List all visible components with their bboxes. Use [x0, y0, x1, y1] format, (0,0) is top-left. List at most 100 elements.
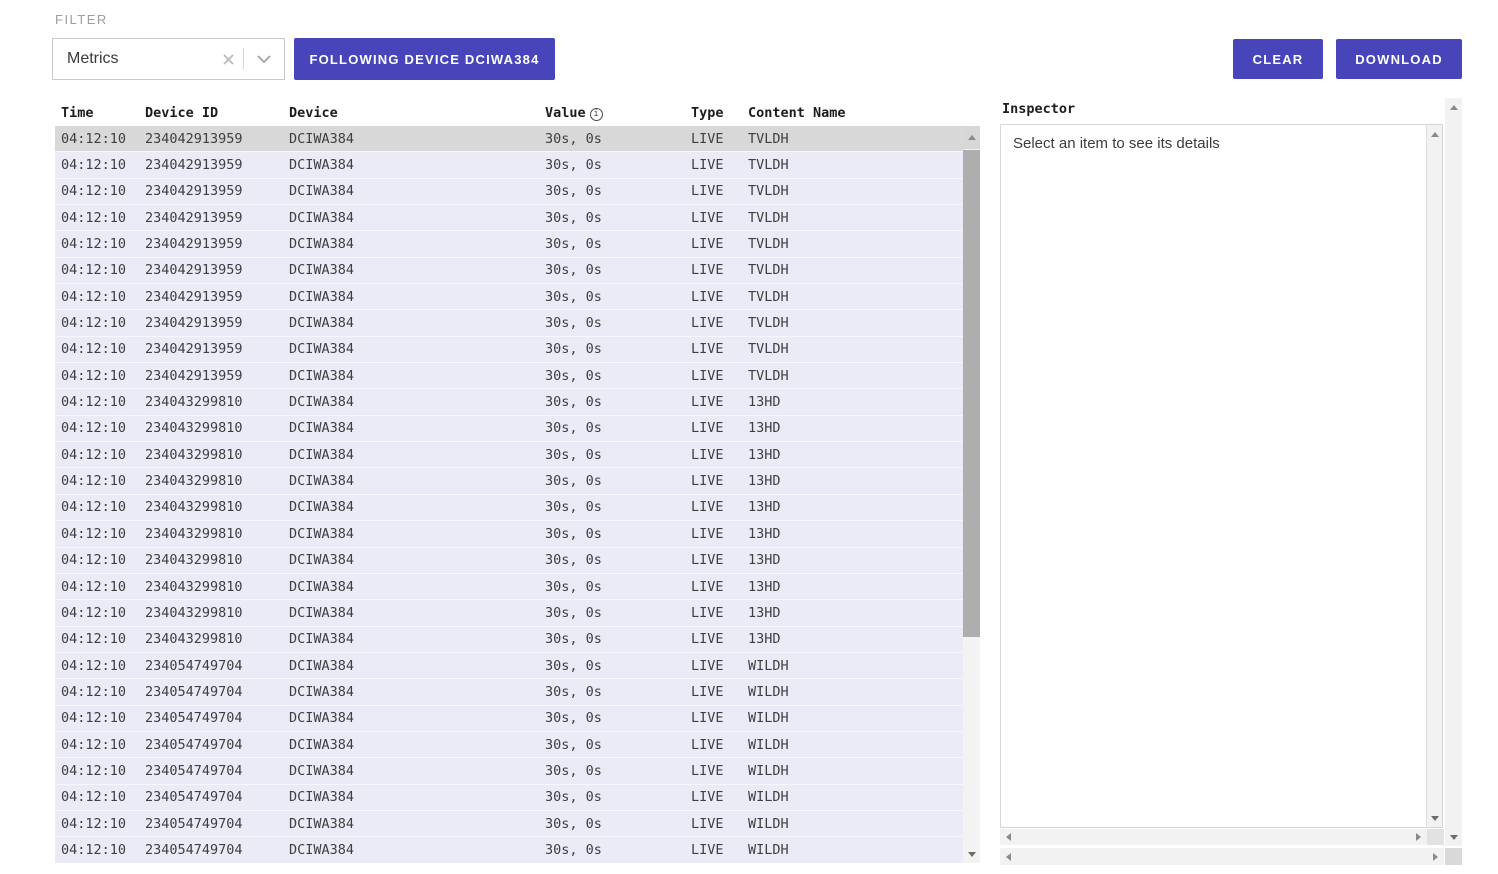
- table-row[interactable]: 04:12:10 234042913959 DCIWA384 30s, 0s L…: [55, 310, 963, 336]
- column-header-content-name: Content Name: [748, 105, 846, 121]
- cell-device-id: 234043299810: [145, 605, 243, 621]
- table-row[interactable]: 04:12:10 234054749704 DCIWA384 30s, 0s L…: [55, 706, 963, 732]
- clear-button[interactable]: CLEAR: [1233, 39, 1323, 79]
- table-row[interactable]: 04:12:10 234042913959 DCIWA384 30s, 0s L…: [55, 205, 963, 231]
- cell-value: 30s, 0s: [545, 552, 602, 568]
- cell-type: LIVE: [691, 789, 724, 805]
- cell-device: DCIWA384: [289, 157, 354, 173]
- cell-device-id: 234054749704: [145, 789, 243, 805]
- scroll-down-icon[interactable]: [1445, 828, 1462, 846]
- cell-value: 30s, 0s: [545, 262, 602, 278]
- cell-value: 30s, 0s: [545, 368, 602, 384]
- scroll-down-icon[interactable]: [1427, 809, 1442, 827]
- table-row[interactable]: 04:12:10 234042913959 DCIWA384 30s, 0s L…: [55, 179, 963, 205]
- cell-device: DCIWA384: [289, 341, 354, 357]
- scroll-left-icon[interactable]: [1000, 848, 1017, 865]
- cell-content-name: 13HD: [748, 552, 781, 568]
- inspector-scrollbar[interactable]: [1426, 125, 1442, 827]
- cell-type: LIVE: [691, 183, 724, 199]
- cell-time: 04:12:10: [61, 289, 126, 305]
- cell-device-id: 234054749704: [145, 763, 243, 779]
- x-icon[interactable]: [213, 53, 243, 66]
- cell-value: 30s, 0s: [545, 842, 602, 858]
- cell-content-name: TVLDH: [748, 131, 789, 147]
- table-row[interactable]: 04:12:10 234042913959 DCIWA384 30s, 0s L…: [55, 231, 963, 257]
- cell-value: 30s, 0s: [545, 447, 602, 463]
- chevron-down-icon[interactable]: [244, 55, 284, 64]
- table-row[interactable]: 04:12:10 234054749704 DCIWA384 30s, 0s L…: [55, 785, 963, 811]
- table-row[interactable]: 04:12:10 234054749704 DCIWA384 30s, 0s L…: [55, 811, 963, 837]
- table-row[interactable]: 04:12:10 234043299810 DCIWA384 30s, 0s L…: [55, 416, 963, 442]
- cell-device: DCIWA384: [289, 789, 354, 805]
- cell-value: 30s, 0s: [545, 420, 602, 436]
- table-row[interactable]: 04:12:10 234043299810 DCIWA384 30s, 0s L…: [55, 389, 963, 415]
- table-row[interactable]: 04:12:10 234042913959 DCIWA384 30s, 0s L…: [55, 152, 963, 178]
- scroll-down-icon[interactable]: [963, 845, 980, 863]
- table-row[interactable]: 04:12:10 234042913959 DCIWA384 30s, 0s L…: [55, 363, 963, 389]
- table-row[interactable]: 04:12:10 234043299810 DCIWA384 30s, 0s L…: [55, 495, 963, 521]
- cell-device-id: 234043299810: [145, 420, 243, 436]
- cell-content-name: 13HD: [748, 579, 781, 595]
- scroll-up-icon[interactable]: [963, 126, 980, 149]
- scroll-right-icon[interactable]: [1427, 848, 1444, 865]
- cell-value: 30s, 0s: [545, 737, 602, 753]
- cell-time: 04:12:10: [61, 315, 126, 331]
- cell-type: LIVE: [691, 737, 724, 753]
- table-row[interactable]: 04:12:10 234043299810 DCIWA384 30s, 0s L…: [55, 521, 963, 547]
- table-row[interactable]: 04:12:10 234043299810 DCIWA384 30s, 0s L…: [55, 442, 963, 468]
- inspector-title: Inspector: [1002, 101, 1075, 117]
- cell-device-id: 234042913959: [145, 315, 243, 331]
- page-scrollbar[interactable]: [1445, 98, 1462, 846]
- table-row[interactable]: 04:12:10 234054749704 DCIWA384 30s, 0s L…: [55, 653, 963, 679]
- cell-value: 30s, 0s: [545, 526, 602, 542]
- cell-time: 04:12:10: [61, 605, 126, 621]
- table-row[interactable]: 04:12:10 234043299810 DCIWA384 30s, 0s L…: [55, 548, 963, 574]
- table-row[interactable]: 04:12:10 234043299810 DCIWA384 30s, 0s L…: [55, 574, 963, 600]
- info-icon[interactable]: [590, 108, 603, 121]
- cell-device-id: 234042913959: [145, 341, 243, 357]
- cell-content-name: 13HD: [748, 447, 781, 463]
- cell-device-id: 234054749704: [145, 710, 243, 726]
- scroll-up-icon[interactable]: [1427, 125, 1442, 143]
- scroll-left-icon[interactable]: [1000, 829, 1017, 845]
- cell-type: LIVE: [691, 579, 724, 595]
- table-row[interactable]: 04:12:10 234054749704 DCIWA384 30s, 0s L…: [55, 837, 963, 863]
- cell-value: 30s, 0s: [545, 631, 602, 647]
- cell-time: 04:12:10: [61, 552, 126, 568]
- page-horizontal-scrollbar[interactable]: [1000, 848, 1444, 865]
- table-scrollbar[interactable]: [963, 126, 980, 863]
- cell-value: 30s, 0s: [545, 236, 602, 252]
- scrollbar-track[interactable]: [1017, 829, 1410, 845]
- cell-device-id: 234054749704: [145, 737, 243, 753]
- cell-content-name: TVLDH: [748, 368, 789, 384]
- table-row[interactable]: 04:12:10 234042913959 DCIWA384 30s, 0s L…: [55, 126, 963, 152]
- cell-value: 30s, 0s: [545, 816, 602, 832]
- scroll-right-icon[interactable]: [1410, 829, 1427, 845]
- scroll-up-icon[interactable]: [1445, 98, 1462, 116]
- table-scrollbar-thumb[interactable]: [963, 150, 980, 637]
- cell-device: DCIWA384: [289, 210, 354, 226]
- cell-device-id: 234054749704: [145, 842, 243, 858]
- table-row[interactable]: 04:12:10 234054749704 DCIWA384 30s, 0s L…: [55, 758, 963, 784]
- cell-type: LIVE: [691, 710, 724, 726]
- download-button[interactable]: DOWNLOAD: [1336, 39, 1462, 79]
- cell-time: 04:12:10: [61, 368, 126, 384]
- inspector-horizontal-scrollbar[interactable]: [1000, 829, 1444, 845]
- table-row[interactable]: 04:12:10 234042913959 DCIWA384 30s, 0s L…: [55, 258, 963, 284]
- table-row[interactable]: 04:12:10 234054749704 DCIWA384 30s, 0s L…: [55, 732, 963, 758]
- table-row[interactable]: 04:12:10 234043299810 DCIWA384 30s, 0s L…: [55, 600, 963, 626]
- table-row[interactable]: 04:12:10 234042913959 DCIWA384 30s, 0s L…: [55, 337, 963, 363]
- table-row[interactable]: 04:12:10 234042913959 DCIWA384 30s, 0s L…: [55, 284, 963, 310]
- table-row[interactable]: 04:12:10 234043299810 DCIWA384 30s, 0s L…: [55, 468, 963, 494]
- cell-device: DCIWA384: [289, 631, 354, 647]
- table-row[interactable]: 04:12:10 234054749704 DCIWA384 30s, 0s L…: [55, 679, 963, 705]
- cell-value: 30s, 0s: [545, 210, 602, 226]
- table-row[interactable]: 04:12:10 234043299810 DCIWA384 30s, 0s L…: [55, 627, 963, 653]
- cell-device-id: 234042913959: [145, 131, 243, 147]
- cell-type: LIVE: [691, 131, 724, 147]
- cell-device: DCIWA384: [289, 473, 354, 489]
- cell-type: LIVE: [691, 816, 724, 832]
- metrics-select[interactable]: Metrics: [52, 38, 285, 80]
- following-device-button[interactable]: FOLLOWING DEVICE DCIWA384: [294, 38, 555, 80]
- scrollbar-track[interactable]: [1017, 848, 1427, 865]
